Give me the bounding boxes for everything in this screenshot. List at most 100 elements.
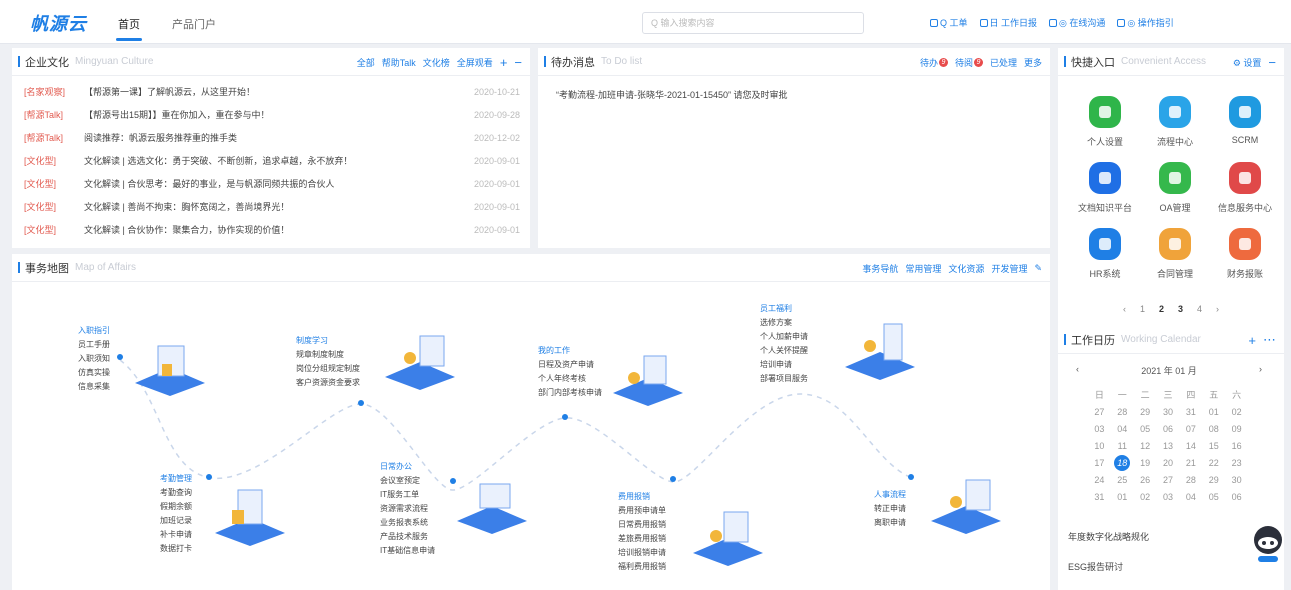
day-cell[interactable]: 17 xyxy=(1088,458,1111,468)
group-item[interactable]: 转正申请 xyxy=(874,502,906,516)
list-item[interactable]: [文化型] 文化解读 | 选选文化：勇于突破、不断创新，追求卓越，永不放弃！ 202… xyxy=(24,149,520,172)
prev-month-icon[interactable]: ‹ xyxy=(1076,364,1079,377)
culture-all-link[interactable]: 全部 xyxy=(357,56,375,69)
day-cell[interactable]: 22 xyxy=(1202,458,1225,468)
group-head[interactable]: 人事流程 xyxy=(874,488,906,502)
day-cell[interactable]: 02 xyxy=(1134,492,1157,502)
group-item[interactable]: 仿真实操 xyxy=(78,366,110,380)
day-cell[interactable]: 28 xyxy=(1111,407,1134,417)
group-item[interactable]: 日程及资产申请 xyxy=(538,358,602,372)
todo-pending-tab[interactable]: 待办 9 xyxy=(920,56,948,69)
settings-link[interactable]: ⚙ 设置 xyxy=(1233,56,1262,69)
day-cell[interactable]: 26 xyxy=(1134,475,1157,485)
day-cell[interactable]: 03 xyxy=(1157,492,1180,502)
group-item[interactable]: 离职申请 xyxy=(874,516,906,530)
group-item[interactable]: 个人年终考核 xyxy=(538,372,602,386)
map-culture-link[interactable]: 文化资源 xyxy=(948,262,984,275)
tab-product-portal[interactable]: 产品门户 xyxy=(172,16,216,32)
quick-item-process-center[interactable]: 流程中心 xyxy=(1140,96,1210,148)
group-item[interactable]: 数据打卡 xyxy=(160,542,192,556)
group-head[interactable]: 日常办公 xyxy=(380,460,435,474)
group-item[interactable]: 岗位分组规定制度 xyxy=(296,362,360,376)
day-cell[interactable]: 28 xyxy=(1179,475,1202,485)
day-cell[interactable]: 31 xyxy=(1088,492,1111,502)
list-item[interactable]: [帮源Talk] 【帮源号出15期】】重在你加入，重在参与中！ 2020-09-28 xyxy=(24,103,520,126)
day-cell[interactable]: 07 xyxy=(1179,424,1202,434)
day-cell[interactable]: 11 xyxy=(1111,441,1134,451)
next-month-icon[interactable]: › xyxy=(1259,364,1262,377)
day-cell[interactable]: 29 xyxy=(1202,475,1225,485)
day-cell[interactable]: 08 xyxy=(1202,424,1225,434)
edit-icon[interactable]: ✎ xyxy=(1034,263,1042,274)
group-item[interactable]: IT基础信息申请 xyxy=(380,544,435,558)
day-cell[interactable]: 12 xyxy=(1134,441,1157,451)
day-cell[interactable]: 30 xyxy=(1225,475,1248,485)
group-head[interactable]: 我的工作 xyxy=(538,344,602,358)
day-cell[interactable]: 03 xyxy=(1088,424,1111,434)
day-cell[interactable]: 24 xyxy=(1088,475,1111,485)
group-item[interactable]: 产品技术服务 xyxy=(380,530,435,544)
quick-item-personal-settings[interactable]: 个人设置 xyxy=(1070,96,1140,148)
page-3[interactable]: 3 xyxy=(1178,304,1183,314)
map-nav-link[interactable]: 事务导航 xyxy=(862,262,898,275)
calendar-event[interactable]: ESG报告研讨 xyxy=(1068,560,1123,573)
group-item[interactable]: 规章制度制度 xyxy=(296,348,360,362)
map-dev-link[interactable]: 开发管理 xyxy=(991,262,1027,275)
group-head[interactable]: 员工福利 xyxy=(760,302,808,316)
app-logo[interactable]: 帆源云 xyxy=(30,10,87,36)
group-item[interactable]: 信息采集 xyxy=(78,380,110,394)
quick-item-scrm[interactable]: SCRM xyxy=(1210,96,1280,145)
page-1[interactable]: 1 xyxy=(1140,304,1145,314)
group-item[interactable]: 考勤查询 xyxy=(160,486,192,500)
quick-item-doc-platform[interactable]: 文档知识平台 xyxy=(1070,162,1140,214)
day-cell[interactable]: 04 xyxy=(1111,424,1134,434)
list-item[interactable]: [名家观察] 【帮源第一课】了解帆源云，从这里开始！ 2020-10-21 xyxy=(24,80,520,103)
quick-item-hr[interactable]: HR系统 xyxy=(1070,228,1140,280)
group-item[interactable]: 假期余额 xyxy=(160,500,192,514)
group-item[interactable]: 费用预申请单 xyxy=(618,504,666,518)
list-item[interactable]: [文化型] 文化解读 | 善尚不拘束：胸怀宽阔之，善尚境界光！ 2020-09-01 xyxy=(24,195,520,218)
collapse-icon[interactable]: − xyxy=(514,55,522,70)
prev-page-button[interactable]: ‹ xyxy=(1123,304,1126,314)
day-cell[interactable]: 13 xyxy=(1157,441,1180,451)
group-item[interactable]: 个人关怀提醒 xyxy=(760,344,808,358)
day-cell[interactable]: 05 xyxy=(1134,424,1157,434)
day-cell[interactable]: 14 xyxy=(1179,441,1202,451)
group-item[interactable]: 部署项目服务 xyxy=(760,372,808,386)
group-item[interactable]: 加班记录 xyxy=(160,514,192,528)
day-cell[interactable]: 05 xyxy=(1202,492,1225,502)
group-item[interactable]: 员工手册 xyxy=(78,338,110,352)
group-head[interactable]: 入职指引 xyxy=(78,324,110,338)
group-item[interactable]: 日常费用报销 xyxy=(618,518,666,532)
day-cell[interactable]: 16 xyxy=(1225,441,1248,451)
list-item[interactable]: [帮源Talk] 阅读推荐：帆源云服务推荐重的推手类 2020-12-02 xyxy=(24,126,520,149)
day-cell[interactable]: 25 xyxy=(1111,475,1134,485)
page-4[interactable]: 4 xyxy=(1197,304,1202,314)
day-cell[interactable]: 31 xyxy=(1179,407,1202,417)
day-cell[interactable]: 01 xyxy=(1202,407,1225,417)
group-item[interactable]: 差旅费用报销 xyxy=(618,532,666,546)
todo-item[interactable]: “考勤流程-加班申请-张晓华-2021-01-15450” 请您及时审批 xyxy=(556,88,788,101)
day-cell[interactable]: 02 xyxy=(1225,407,1248,417)
group-item[interactable]: 入职须知 xyxy=(78,352,110,366)
quick-item-contract[interactable]: 合同管理 xyxy=(1140,228,1210,280)
day-cell[interactable]: 04 xyxy=(1179,492,1202,502)
day-cell[interactable]: 06 xyxy=(1157,424,1180,434)
collapse-icon[interactable]: − xyxy=(1268,55,1276,70)
group-item[interactable]: 客户资源资金要求 xyxy=(296,376,360,390)
day-cell[interactable]: 20 xyxy=(1157,458,1180,468)
group-item[interactable]: 培训报销申请 xyxy=(618,546,666,560)
group-item[interactable]: 选修方案 xyxy=(760,316,808,330)
day-cell[interactable]: 01 xyxy=(1111,492,1134,502)
day-cell[interactable]: 23 xyxy=(1225,458,1248,468)
culture-fullscreen-link[interactable]: 全屏观看 xyxy=(457,56,493,69)
group-item[interactable]: IT服务工单 xyxy=(380,488,435,502)
todo-done-tab[interactable]: 已处理 xyxy=(990,56,1017,69)
add-icon[interactable]: + xyxy=(500,55,508,70)
day-cell[interactable]: 30 xyxy=(1157,407,1180,417)
group-item[interactable]: 业务报表系统 xyxy=(380,516,435,530)
group-head[interactable]: 考勤管理 xyxy=(160,472,192,486)
online-chat-link[interactable]: ◎ 在线沟通 xyxy=(1049,16,1105,29)
list-item[interactable]: [文化型] 文化解读 | 合伙协作：聚集合力，协作实现的价值！ 2020-09-01 xyxy=(24,218,520,241)
day-cell[interactable]: 29 xyxy=(1134,407,1157,417)
